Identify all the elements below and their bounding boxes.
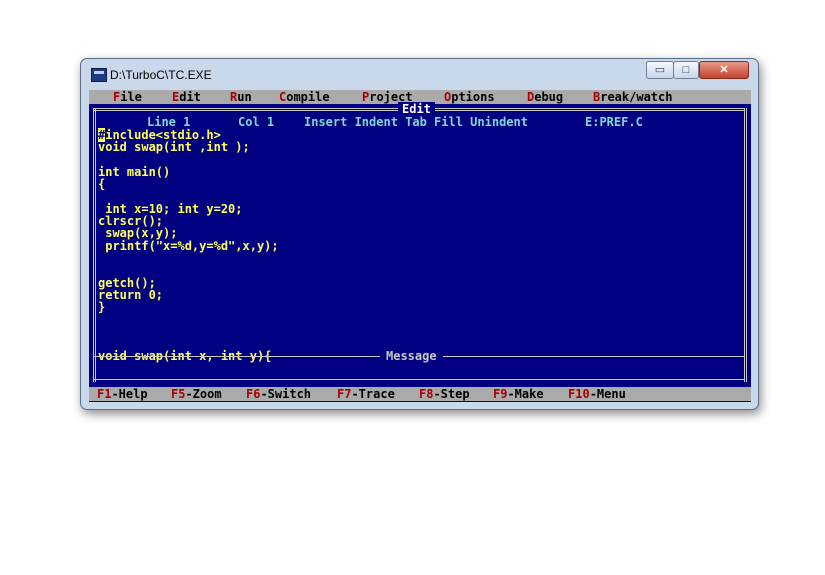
- menu-debug[interactable]: Debug: [527, 90, 563, 104]
- code-editor[interactable]: #include<stdio.h> void swap(int ,int ); …: [98, 128, 279, 364]
- fkey-key: F5: [171, 387, 186, 401]
- fkey-step[interactable]: F8-Step: [419, 387, 470, 401]
- close-button[interactable]: ✕: [699, 61, 749, 79]
- fkey-label: -Help: [111, 387, 148, 401]
- editor-frame-right: [744, 108, 747, 382]
- fkey-label: -Switch: [260, 387, 312, 401]
- fkey-switch[interactable]: F6-Switch: [246, 387, 311, 401]
- fkey-zoom[interactable]: F5-Zoom: [171, 387, 222, 401]
- fkey-key: F8: [419, 387, 434, 401]
- status-modes: Insert Indent Tab Fill Unindent: [304, 115, 528, 129]
- menu-options[interactable]: Options: [444, 90, 495, 104]
- function-key-bar: F1-Help F5-Zoom F6-Switch F7-Trace F8-St…: [89, 387, 751, 401]
- fkey-key: F9: [493, 387, 508, 401]
- menu-label: un: [237, 90, 252, 104]
- fkey-help[interactable]: F1-Help: [97, 387, 148, 401]
- window-title: D:\TurboC\TC.EXE: [110, 68, 212, 82]
- menu-run[interactable]: Run: [230, 90, 252, 104]
- code-text: include<stdio.h> void swap(int ,int ); i…: [98, 128, 279, 364]
- fkey-menu[interactable]: F10-Menu: [568, 387, 626, 401]
- menu-label: ptions: [451, 90, 495, 104]
- app-window: D:\TurboC\TC.EXE ▭ □ ✕ File Edit Run Com…: [80, 58, 759, 410]
- app-icon[interactable]: [91, 68, 107, 82]
- editor-title: Edit: [398, 102, 435, 116]
- fkey-label: -Make: [507, 387, 544, 401]
- menu-break-watch[interactable]: Break/watch: [593, 90, 672, 104]
- menu-edit[interactable]: Edit: [172, 90, 201, 104]
- title-bar[interactable]: D:\TurboC\TC.EXE ▭ □ ✕: [81, 59, 758, 89]
- menu-label: dit: [179, 90, 201, 104]
- fkey-key: F1: [97, 387, 112, 401]
- status-file-name: E:PREF.C: [585, 115, 643, 129]
- menu-label: ompile: [286, 90, 330, 104]
- fkey-label: -Step: [433, 387, 470, 401]
- minimize-button[interactable]: ▭: [646, 61, 674, 79]
- message-title: Message: [380, 349, 443, 363]
- menu-label: ebug: [534, 90, 564, 104]
- fkey-key: F7: [337, 387, 352, 401]
- status-col-number: Col 1: [238, 115, 275, 129]
- menu-file[interactable]: File: [113, 90, 142, 104]
- fkey-make[interactable]: F9-Make: [493, 387, 544, 401]
- fkey-label: -Menu: [589, 387, 626, 401]
- menu-label: reak/watch: [600, 90, 673, 104]
- maximize-button[interactable]: □: [673, 61, 699, 79]
- fkey-label: -Trace: [351, 387, 395, 401]
- editor-frame-left: [93, 108, 96, 382]
- message-frame-bottom: [93, 379, 745, 380]
- fkey-key: F10: [568, 387, 590, 401]
- fkey-trace[interactable]: F7-Trace: [337, 387, 395, 401]
- dos-console[interactable]: File Edit Run Compile Project Options De…: [89, 90, 751, 402]
- menu-label: ile: [120, 90, 142, 104]
- fkey-label: -Zoom: [185, 387, 222, 401]
- fkey-key: F6: [246, 387, 261, 401]
- menu-compile[interactable]: Compile: [279, 90, 330, 104]
